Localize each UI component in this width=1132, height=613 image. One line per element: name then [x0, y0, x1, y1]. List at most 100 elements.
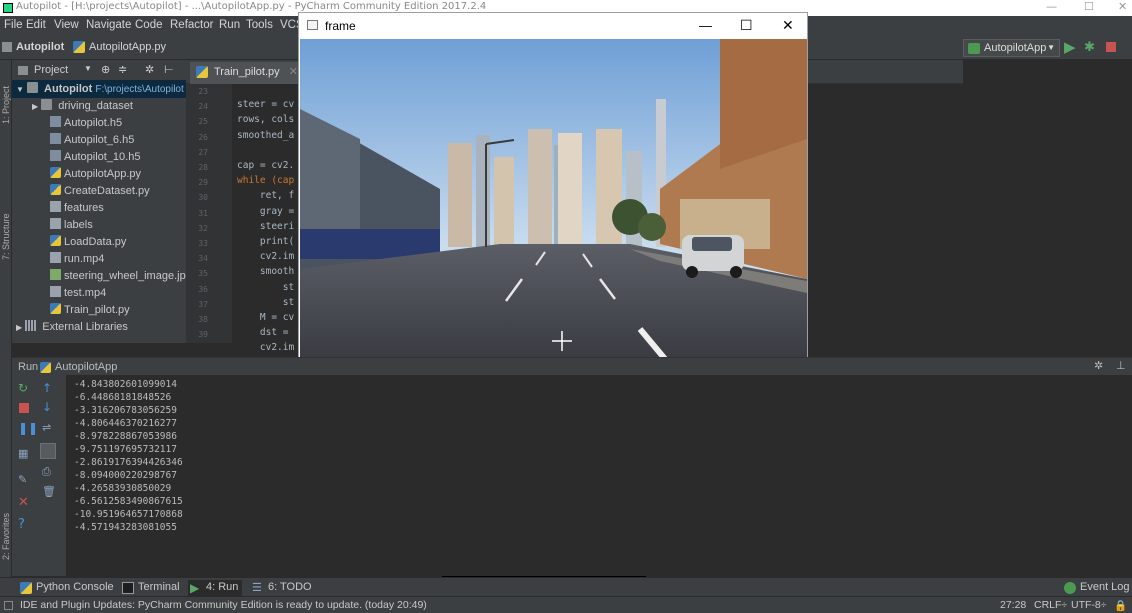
tree-item-driving-dataset[interactable]: ▶ driving_dataset [32, 99, 133, 116]
terminal-tab[interactable]: Terminal [120, 580, 184, 596]
status-message[interactable]: IDE and Plugin Updates: PyCharm Communit… [20, 599, 427, 611]
gear-icon[interactable]: ✲ [145, 63, 154, 76]
frame-window[interactable]: frame — ☐ ✕ [298, 12, 808, 378]
code-line: st [237, 281, 295, 293]
library-icon [25, 320, 37, 331]
console-output-line: -4.26583930850029 [74, 483, 172, 494]
line-separator[interactable]: CRLF÷ [1034, 599, 1067, 611]
tree-item-autopilot-h5[interactable]: Autopilot.h5 [50, 116, 122, 133]
tree-item-createdataset-py[interactable]: CreateDataset.py [50, 184, 150, 201]
hide-icon[interactable]: ⊢ [164, 63, 174, 76]
tree-item-label: Autopilot.h5 [64, 117, 123, 129]
structure-tool-tab[interactable]: 7: Structure [1, 213, 11, 260]
event-log-icon [1064, 582, 1076, 594]
tree-item-train-pilot-py[interactable]: Train_pilot.py [50, 303, 130, 320]
tab-train-pilot[interactable]: Train_pilot.py ✕ [190, 62, 306, 84]
run-icon[interactable]: ▶ [1064, 38, 1076, 56]
code-line: cv2.im [237, 251, 295, 263]
line-number: 38 [198, 315, 208, 324]
layout-icon[interactable]: ▦ [18, 447, 30, 460]
tree-item-run-mp4[interactable]: run.mp4 [50, 252, 104, 269]
menu-run[interactable]: Run [219, 19, 240, 31]
tab-label: Terminal [138, 581, 180, 593]
todo-tab[interactable]: ☰ 6: TODO [250, 580, 316, 596]
stop-icon[interactable] [1106, 42, 1116, 52]
soft-wrap-icon[interactable]: ⇌ [42, 421, 54, 434]
print-icon[interactable]: ⎙ [42, 465, 54, 478]
close-button[interactable]: ✕ [1118, 0, 1127, 13]
gear-icon[interactable]: ✲ [1094, 359, 1103, 372]
console-output-line: -4.806446370216277 [74, 418, 177, 429]
editor-gutter: 23 24 25 26 27 28 29 30 31 32 33 34 35 36 37 38 39 [186, 84, 232, 343]
line-number: 33 [198, 239, 208, 248]
frame-maximize-button[interactable]: ☐ [740, 17, 753, 34]
hide-panel-icon[interactable]: ⊥ [1116, 359, 1126, 372]
file-icon [50, 201, 61, 212]
run-console-output[interactable]: -4.843802601099014 -6.44868181848526 -3.31… [66, 375, 1132, 576]
breadcrumb-file[interactable]: AutopilotApp.py [89, 41, 166, 53]
run-tab[interactable]: ▶ 4: Run [188, 580, 243, 596]
project-panel-title[interactable]: Project [34, 64, 68, 76]
debug-icon[interactable]: ✱ [1084, 39, 1095, 55]
line-number: 30 [198, 193, 208, 203]
menu-refactor[interactable]: Refactor [170, 19, 213, 31]
python-console-tab[interactable]: Python Console [18, 580, 118, 596]
chevron-down-icon[interactable]: ▼ [84, 64, 92, 73]
tree-item-features[interactable]: features [50, 201, 104, 218]
tree-item-steering-wheel-image[interactable]: steering_wheel_image.jpg [50, 269, 192, 286]
help-icon[interactable]: ? [18, 517, 30, 532]
sync-icon[interactable]: ⊕ [101, 63, 110, 76]
code-line: cap = cv2. [237, 160, 295, 171]
line-number: 39 [198, 330, 208, 340]
menu-tools[interactable]: Tools [246, 19, 273, 31]
collapse-icon[interactable]: ≑ [118, 63, 127, 76]
toggle-tool-windows-icon[interactable] [4, 601, 13, 610]
arrow-up-icon[interactable]: ↑ [42, 381, 54, 395]
minimize-button[interactable]: — [1046, 0, 1057, 13]
folder-icon [41, 99, 53, 110]
python-file-icon [50, 303, 61, 314]
console-output-line: -2.8619176394426346 [74, 457, 183, 468]
lock-icon[interactable]: 🔒 [1114, 599, 1127, 612]
run-config-icon [968, 43, 980, 54]
run-panel-config[interactable]: AutopilotApp [55, 361, 117, 373]
dashcam-video-frame [300, 39, 807, 377]
frame-close-button[interactable]: ✕ [782, 17, 794, 34]
menu-view[interactable]: View [54, 19, 79, 31]
breadcrumb-project[interactable]: Autopilot [16, 41, 64, 53]
stop-icon[interactable] [19, 403, 29, 413]
console-output-line: -9.751197695732117 [74, 444, 177, 455]
project-panel-header: Project ▼ ⊕ ≑ ✲ ⊢ [12, 60, 186, 82]
tree-item-label: features [64, 202, 104, 214]
arrow-down-icon[interactable]: ↓ [42, 400, 54, 414]
file-encoding[interactable]: UTF-8÷ [1071, 599, 1107, 611]
close-tab-icon[interactable]: ✕ [289, 66, 298, 78]
project-tool-tab[interactable]: 1: Project [1, 86, 11, 124]
menu-navigate[interactable]: Navigate [86, 19, 131, 31]
tree-item-labels[interactable]: labels [50, 218, 93, 235]
menu-file[interactable]: File [4, 19, 23, 31]
tree-root[interactable]: ▼ Autopilot F:\projects\Autopilot [16, 82, 184, 99]
menu-code[interactable]: Code [135, 19, 163, 31]
favorites-tool-tab[interactable]: 2: Favorites [1, 513, 11, 560]
maximize-button[interactable]: ☐ [1084, 0, 1094, 13]
tree-item-autopilot-6-h5[interactable]: Autopilot_6.h5 [50, 133, 134, 150]
rerun-icon[interactable]: ↻ [18, 381, 30, 395]
pause-icon[interactable]: ❚❚ [18, 421, 38, 435]
run-configuration-select[interactable]: AutopilotApp ▼ [963, 39, 1060, 57]
frame-minimize-button[interactable]: — [699, 18, 712, 33]
scroll-to-end-icon[interactable] [40, 443, 56, 459]
tree-item-autopilot-10-h5[interactable]: Autopilot_10.h5 [50, 150, 140, 167]
event-log-tab[interactable]: Event Log [1062, 580, 1132, 596]
tree-item-test-mp4[interactable]: test.mp4 [50, 286, 106, 303]
close-icon[interactable]: ✕ [18, 495, 30, 510]
tree-item-autopilotapp-py[interactable]: AutopilotApp.py [50, 167, 141, 184]
tree-item-loaddata-py[interactable]: LoadData.py [50, 235, 126, 252]
menu-edit[interactable]: Edit [26, 19, 46, 31]
h5-file-icon [50, 133, 61, 144]
tree-root-path: F:\projects\Autopilot [95, 84, 184, 95]
pin-icon[interactable]: ✎ [18, 473, 30, 486]
caret-position[interactable]: 27:28 [1000, 599, 1026, 611]
trash-icon[interactable]: 🗑 [42, 485, 56, 498]
tree-external-libraries[interactable]: ▶ External Libraries [16, 320, 128, 337]
